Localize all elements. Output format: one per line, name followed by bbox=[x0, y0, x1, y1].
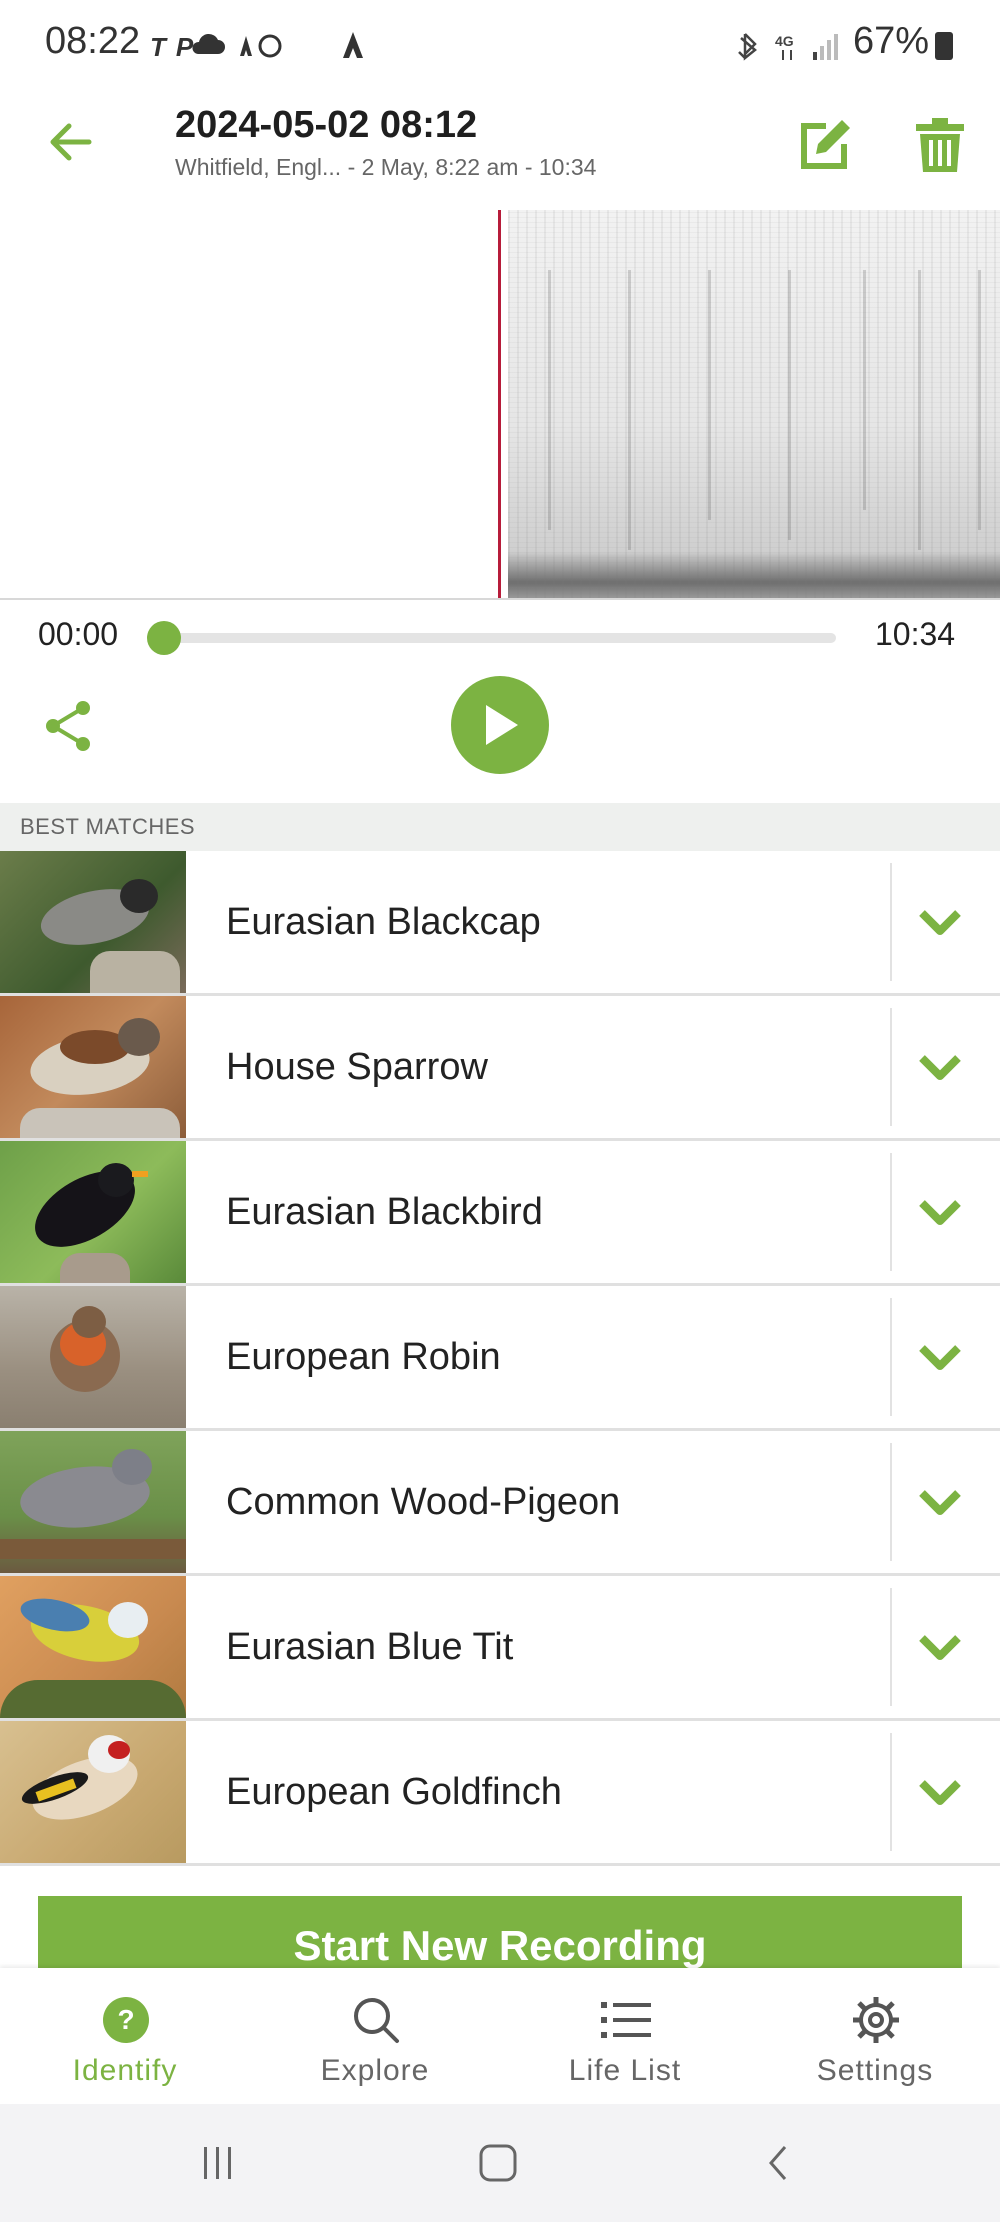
start-new-recording-button[interactable]: Start New Recording bbox=[38, 1896, 962, 1976]
nav-label: Settings bbox=[816, 2054, 934, 2087]
play-button[interactable] bbox=[451, 676, 549, 774]
recording-subtitle: Whitfield, Engl... - 2 May, 8:22 am - 10… bbox=[175, 154, 597, 180]
svg-text:?: ? bbox=[117, 2004, 134, 2035]
spectrogram-image bbox=[508, 210, 1000, 598]
recents-icon bbox=[204, 2147, 231, 2179]
status-bar: 08:22 TP 4G 67% bbox=[0, 0, 1000, 92]
bird-photo bbox=[0, 1431, 186, 1573]
bird-name: Eurasian Blackbird bbox=[226, 1191, 543, 1233]
connectivity-icons: 4G bbox=[735, 28, 845, 71]
arrow-left-icon bbox=[50, 123, 92, 161]
bird-photo bbox=[0, 1286, 186, 1428]
nav-life-list[interactable]: Life List bbox=[500, 1968, 750, 2104]
status-time: 08:22 bbox=[45, 20, 141, 62]
chevron-down-icon bbox=[919, 1345, 961, 1370]
delete-button[interactable] bbox=[905, 110, 975, 180]
recording-header: 2024-05-02 08:12 Whitfield, Engl... - 2 … bbox=[0, 92, 1000, 202]
chevron-down-icon bbox=[919, 1200, 961, 1225]
notification-icons: TP bbox=[150, 28, 300, 72]
spectrogram[interactable] bbox=[0, 210, 1000, 600]
edit-icon bbox=[801, 120, 850, 169]
share-icon bbox=[46, 701, 90, 751]
chevron-down-icon bbox=[919, 1635, 961, 1660]
edit-button[interactable] bbox=[790, 110, 860, 180]
bird-name: European Robin bbox=[226, 1336, 501, 1378]
gear-icon bbox=[850, 1994, 902, 2046]
bird-photo bbox=[0, 1141, 186, 1283]
bird-photo bbox=[0, 1576, 186, 1718]
total-time: 10:34 bbox=[875, 616, 956, 652]
list-icon bbox=[600, 1994, 652, 2046]
bird-photo bbox=[0, 851, 186, 993]
nav-label: Explore bbox=[320, 2054, 430, 2087]
question-icon: ? bbox=[100, 1994, 152, 2046]
list-item[interactable]: Common Wood-Pigeon bbox=[0, 1431, 1000, 1576]
playhead-line[interactable] bbox=[498, 210, 501, 598]
nav-explore[interactable]: Explore bbox=[250, 1968, 500, 2104]
list-item[interactable]: European Goldfinch bbox=[0, 1721, 1000, 1866]
expand-button[interactable] bbox=[905, 1177, 975, 1247]
list-item[interactable]: European Robin bbox=[0, 1286, 1000, 1431]
current-time: 00:00 bbox=[38, 616, 119, 652]
share-button[interactable] bbox=[38, 694, 98, 758]
system-navigation-bar bbox=[0, 2104, 1000, 2222]
expand-button[interactable] bbox=[905, 1322, 975, 1392]
nav-label: Life List bbox=[568, 2054, 682, 2087]
bird-name: Eurasian Blackcap bbox=[226, 901, 541, 943]
recording-title: 2024-05-02 08:12 bbox=[175, 104, 478, 146]
nav-identify[interactable]: ? Identify bbox=[0, 1968, 250, 2104]
strava-icon bbox=[340, 28, 366, 69]
recents-button[interactable] bbox=[183, 2132, 253, 2194]
bird-name: European Goldfinch bbox=[226, 1771, 562, 1813]
nav-settings[interactable]: Settings bbox=[750, 1968, 1000, 2104]
list-item[interactable]: House Sparrow bbox=[0, 996, 1000, 1141]
network-type: 4G bbox=[775, 33, 794, 49]
home-button[interactable] bbox=[463, 2132, 533, 2194]
chevron-down-icon bbox=[919, 1055, 961, 1080]
expand-button[interactable] bbox=[905, 1032, 975, 1102]
chevron-down-icon bbox=[919, 1490, 961, 1515]
back-nav-button[interactable] bbox=[743, 2132, 813, 2194]
expand-button[interactable] bbox=[905, 1612, 975, 1682]
bird-name: House Sparrow bbox=[226, 1046, 488, 1088]
chevron-down-icon bbox=[919, 910, 961, 935]
battery-icon bbox=[935, 32, 953, 60]
nav-label: Identify bbox=[72, 2054, 178, 2087]
battery-percent: 67% bbox=[853, 20, 930, 62]
search-icon bbox=[350, 1994, 402, 2046]
chevron-down-icon bbox=[919, 1780, 961, 1805]
chevron-left-icon bbox=[769, 2146, 787, 2180]
play-icon bbox=[486, 705, 518, 745]
home-icon bbox=[479, 2144, 517, 2182]
bird-photo bbox=[0, 996, 186, 1138]
expand-button[interactable] bbox=[905, 1467, 975, 1537]
bird-name: Common Wood-Pigeon bbox=[226, 1481, 621, 1523]
list-item[interactable]: Eurasian Blackbird bbox=[0, 1141, 1000, 1286]
list-item[interactable]: Eurasian Blackcap bbox=[0, 851, 1000, 996]
progress-slider[interactable] bbox=[147, 621, 836, 655]
bottom-nav: ? Identify Explore Life List Settings bbox=[0, 1968, 1000, 2104]
expand-button[interactable] bbox=[905, 1757, 975, 1827]
best-matches-header: BEST MATCHES bbox=[0, 803, 1000, 851]
bird-photo bbox=[0, 1721, 186, 1863]
list-item[interactable]: Eurasian Blue Tit bbox=[0, 1576, 1000, 1721]
expand-button[interactable] bbox=[905, 887, 975, 957]
back-button[interactable] bbox=[40, 112, 100, 172]
bird-name: Eurasian Blue Tit bbox=[226, 1626, 514, 1668]
matches-list: Eurasian Blackcap House Sparrow Eurasian bbox=[0, 851, 1000, 1866]
trash-icon bbox=[916, 118, 964, 172]
section-label: BEST MATCHES bbox=[20, 814, 196, 839]
progress-knob[interactable] bbox=[147, 621, 181, 655]
